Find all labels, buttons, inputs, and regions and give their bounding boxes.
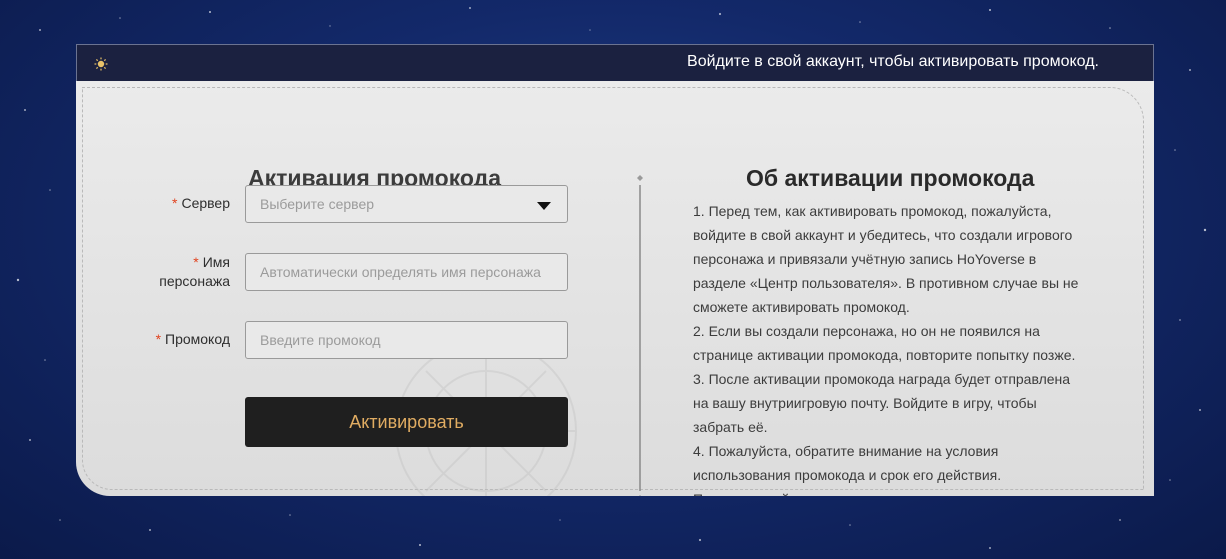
rule-item: 4. Пожалуйста, обратите внимание на усло… <box>693 443 1002 496</box>
character-label-line2: персонажа <box>159 273 230 289</box>
promo-code-input[interactable] <box>245 321 568 359</box>
rule-item: 3. После активации промокода награда буд… <box>693 371 1071 435</box>
section-divider <box>637 175 643 496</box>
required-mark: * <box>193 254 199 270</box>
required-mark: * <box>172 195 178 211</box>
rule-item: 1. Перед тем, как активировать промокод,… <box>693 203 1079 315</box>
login-notice-bar: Войдите в свой аккаунт, чтобы активирова… <box>76 44 1154 81</box>
required-mark: * <box>155 331 162 347</box>
info-title: Об активации промокода <box>746 165 1035 191</box>
server-label-text: Сервер <box>181 195 230 211</box>
character-label-line1: Имя <box>202 254 230 270</box>
rules-scroll-area[interactable]: 1. Перед тем, как активировать промокод,… <box>693 199 1083 496</box>
character-label: * Имя персонажа <box>120 253 230 291</box>
character-name-input[interactable] <box>245 253 568 291</box>
promo-card: Активация промокода * Сервер Выберите сер… <box>76 81 1154 496</box>
chevron-down-icon[interactable] <box>537 202 551 210</box>
server-select[interactable]: Выберите сервер <box>245 185 568 223</box>
activate-button[interactable]: Активировать <box>245 397 568 447</box>
emblem-watermark <box>395 340 577 496</box>
login-notice-text[interactable]: Войдите в свой аккаунт, чтобы активирова… <box>687 53 1099 71</box>
code-label-text: Промокод <box>165 331 230 347</box>
server-select-placeholder: Выберите сервер <box>260 196 375 212</box>
sun-icon <box>94 57 108 71</box>
server-label: * Сервер <box>120 194 230 213</box>
code-label: * Промокод <box>120 330 230 349</box>
rule-item: 2. Если вы создали персонажа, но он не п… <box>693 323 1076 363</box>
promo-panel: Войдите в свой аккаунт, чтобы активирова… <box>76 44 1154 496</box>
